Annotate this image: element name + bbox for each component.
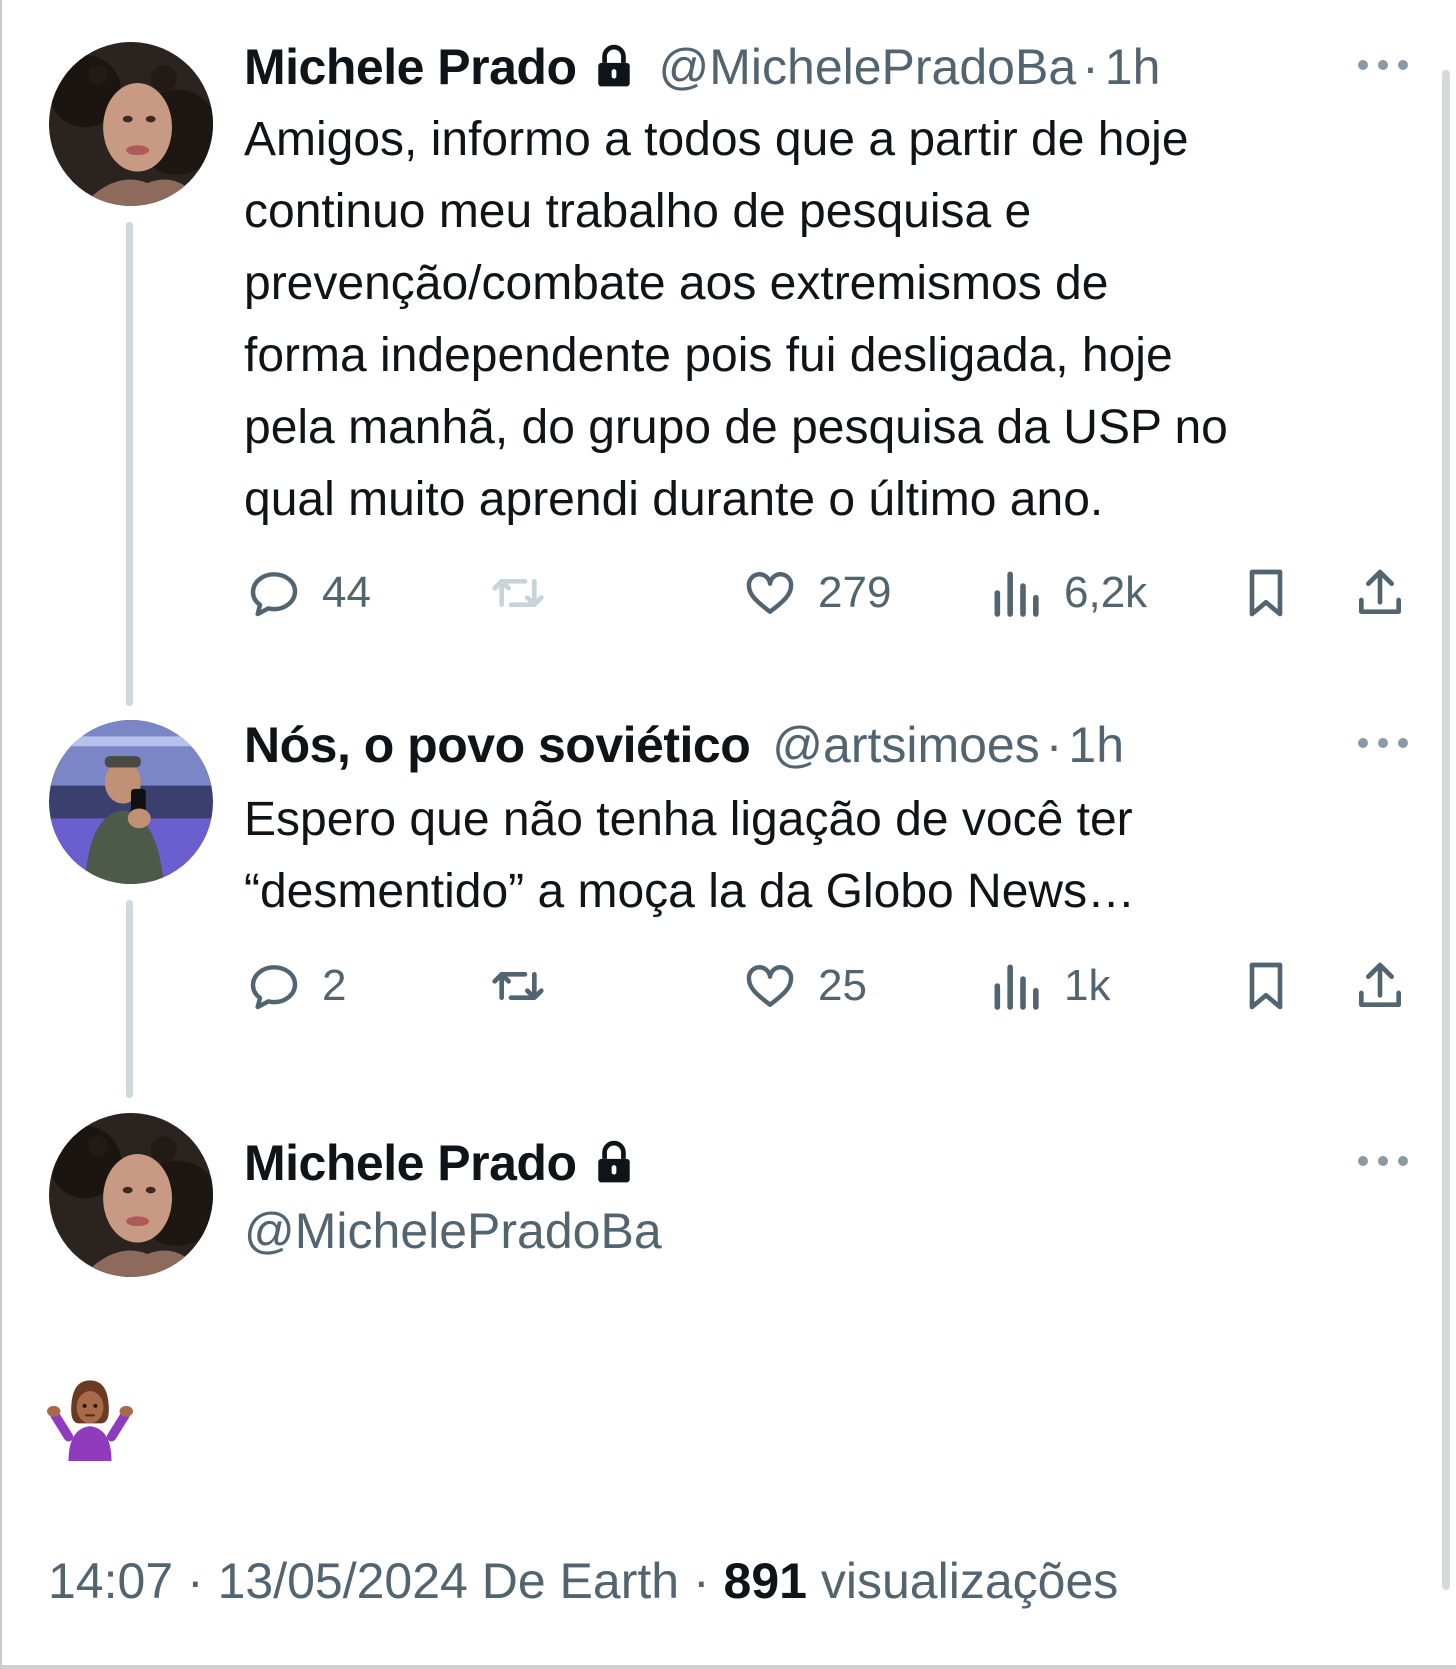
post-date[interactable]: 13/05/2024	[218, 1553, 468, 1609]
views-bar-icon	[994, 571, 1039, 617]
like-count: 279	[818, 568, 892, 617]
lock-icon	[597, 1140, 630, 1183]
post-time[interactable]: 14:07	[48, 1553, 173, 1609]
tweet-text: Espero que não tenha ligação de você ter…	[244, 793, 1136, 918]
user-handle[interactable]: @artsimoes	[772, 716, 1039, 774]
like-button[interactable]: 279	[742, 565, 891, 621]
views-label: visualizações	[820, 1553, 1119, 1609]
retweet-icon	[492, 972, 544, 1000]
views-bar-icon	[994, 964, 1039, 1010]
share-button[interactable]	[1352, 565, 1428, 621]
retweet-icon	[492, 579, 544, 607]
like-count: 25	[818, 961, 867, 1010]
separator-dot: ·	[1082, 39, 1099, 95]
main-tweet-handle-row: @MichelePradoBa	[244, 1202, 662, 1260]
bookmark-button[interactable]	[1238, 565, 1314, 621]
separator-dot: ·	[692, 1553, 710, 1609]
timestamp[interactable]: 1h	[1105, 38, 1161, 96]
reply-count: 44	[322, 568, 371, 617]
avatar-michele[interactable]	[49, 42, 213, 206]
tweet-metadata: 14:07 · 13/05/2024 De Earth · 891 visual…	[48, 1552, 1118, 1610]
bookmark-icon	[1249, 569, 1283, 617]
views-button[interactable]: 6,2k	[988, 565, 1147, 621]
share-icon	[1359, 962, 1401, 1007]
lock-icon	[597, 44, 630, 87]
thread-line	[126, 900, 133, 1098]
views-button[interactable]: 1k	[988, 958, 1110, 1014]
post-source: De Earth	[481, 1553, 680, 1609]
timestamp[interactable]: 1h	[1068, 716, 1124, 774]
display-name[interactable]: Michele Prado	[244, 1134, 577, 1192]
user-handle[interactable]: @MichelePradoBa	[659, 38, 1077, 96]
reply-icon	[250, 965, 298, 1010]
avatar-michele-main[interactable]	[49, 1113, 213, 1277]
person-shrugging-emoji	[47, 1380, 133, 1461]
share-button[interactable]	[1352, 958, 1428, 1014]
reply-button[interactable]: 2	[246, 958, 346, 1014]
tweet-text: Amigos, informo a todos que a partir de …	[244, 113, 1228, 526]
views-count: 6,2k	[1064, 568, 1148, 617]
retweet-button[interactable]	[490, 958, 566, 1014]
bottom-divider	[2, 1665, 1456, 1669]
heart-icon	[746, 572, 794, 614]
separator-dot: ·	[187, 1553, 204, 1609]
display-name[interactable]: Nós, o povo soviético	[244, 716, 751, 774]
share-icon	[1359, 569, 1401, 614]
thread-line	[126, 222, 133, 706]
like-button[interactable]: 25	[742, 958, 867, 1014]
total-views-count[interactable]: 891	[724, 1553, 807, 1609]
more-dots-icon[interactable]	[1356, 736, 1410, 750]
bookmark-icon	[1249, 962, 1283, 1010]
reply-icon	[250, 572, 298, 617]
heart-icon	[746, 965, 794, 1007]
user-handle[interactable]: @MichelePradoBa	[244, 1202, 662, 1260]
avatar-artsimoes[interactable]	[49, 720, 213, 884]
reply-count: 2	[322, 961, 347, 1010]
retweet-button[interactable]	[490, 565, 566, 621]
avatar-michele-image	[49, 42, 213, 206]
reply-button[interactable]: 44	[246, 565, 371, 621]
more-dots-icon[interactable]	[1356, 58, 1410, 72]
main-tweet-header: Michele Prado	[244, 1134, 659, 1192]
tweet-1-header: Michele Prado @MichelePradoBa · 1h	[244, 38, 1160, 96]
tweet-2-header: Nós, o povo soviético @artsimoes · 1h	[244, 716, 1124, 774]
avatar-artsimoes-image	[49, 720, 213, 884]
more-dots-icon[interactable]	[1356, 1154, 1410, 1168]
display-name[interactable]: Michele Prado	[244, 38, 577, 96]
bookmark-button[interactable]	[1238, 958, 1314, 1014]
tweet-thread-screenshot: Michele Prado @MichelePradoBa · 1h Amigo…	[0, 0, 1456, 1669]
separator-dot: ·	[1045, 717, 1063, 773]
avatar-michele-image	[49, 1113, 213, 1277]
scrollbar[interactable]	[1442, 70, 1450, 1590]
views-count: 1k	[1064, 961, 1111, 1010]
